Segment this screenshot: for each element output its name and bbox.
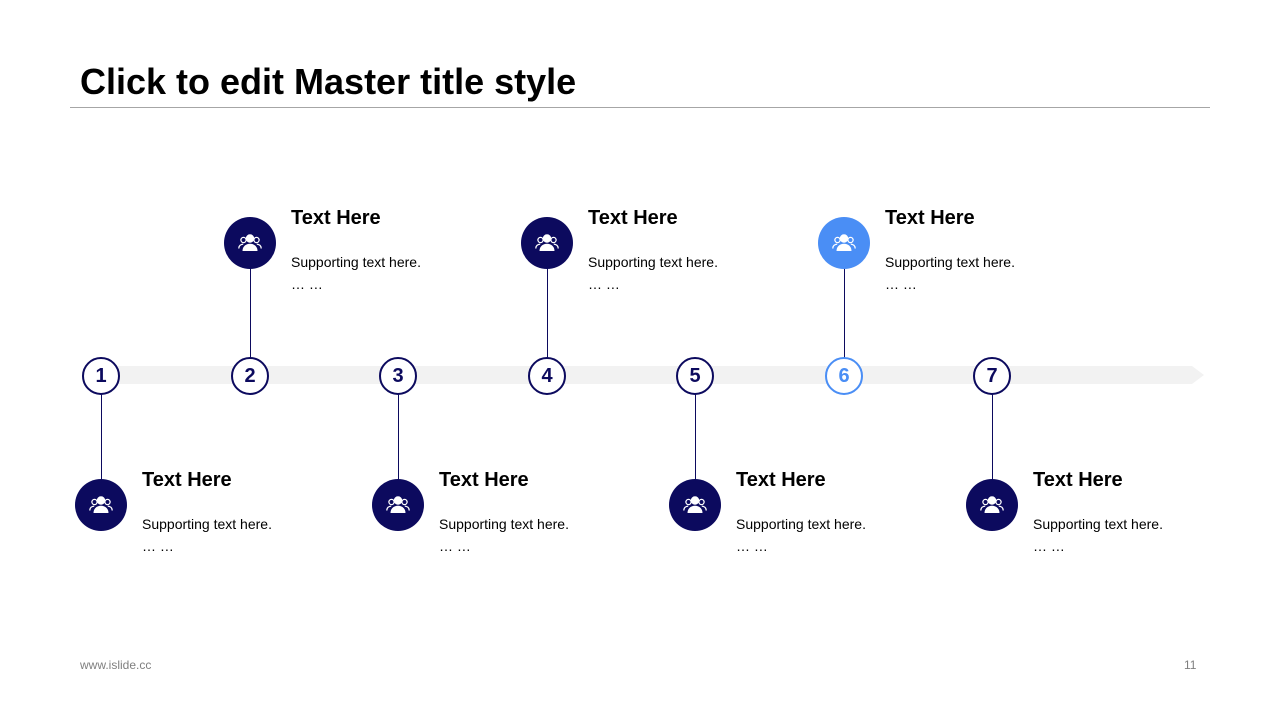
step-title[interactable]: Text Here [142,468,232,492]
step-number-6: 6 [825,357,863,395]
users-icon [966,479,1018,531]
slide-title[interactable]: Click to edit Master title style [80,60,576,104]
step-ellipsis: … … [1033,538,1065,554]
step-supporting-text[interactable]: Supporting text here. [1033,513,1163,535]
users-icon [521,217,573,269]
step-ellipsis: … … [588,276,620,292]
step-title[interactable]: Text Here [736,468,826,492]
step-title[interactable]: Text Here [439,468,529,492]
step-supporting-text[interactable]: Supporting text here. [142,513,272,535]
step-number-1: 1 [82,357,120,395]
step-supporting-text[interactable]: Supporting text here. [439,513,569,535]
step-ellipsis: … … [736,538,768,554]
step-supporting-text[interactable]: Supporting text here. [291,251,421,273]
step-title[interactable]: Text Here [1033,468,1123,492]
users-icon [372,479,424,531]
title-divider [70,107,1210,108]
users-icon [224,217,276,269]
footer-url: www.islide.cc [80,658,152,672]
step-supporting-text[interactable]: Supporting text here. [736,513,866,535]
step-ellipsis: … … [142,538,174,554]
step-number-4: 4 [528,357,566,395]
timeline-arrowhead [1192,366,1204,384]
step-supporting-text[interactable]: Supporting text here. [885,251,1015,273]
users-icon [75,479,127,531]
step-title[interactable]: Text Here [885,206,975,230]
step-title[interactable]: Text Here [588,206,678,230]
step-number-5: 5 [676,357,714,395]
step-supporting-text[interactable]: Supporting text here. [588,251,718,273]
users-icon [818,217,870,269]
step-number-3: 3 [379,357,417,395]
step-title[interactable]: Text Here [291,206,381,230]
step-number-2: 2 [231,357,269,395]
step-ellipsis: … … [291,276,323,292]
step-number-7: 7 [973,357,1011,395]
page-number: 11 [1184,658,1197,672]
step-ellipsis: … … [885,276,917,292]
users-icon [669,479,721,531]
step-ellipsis: … … [439,538,471,554]
